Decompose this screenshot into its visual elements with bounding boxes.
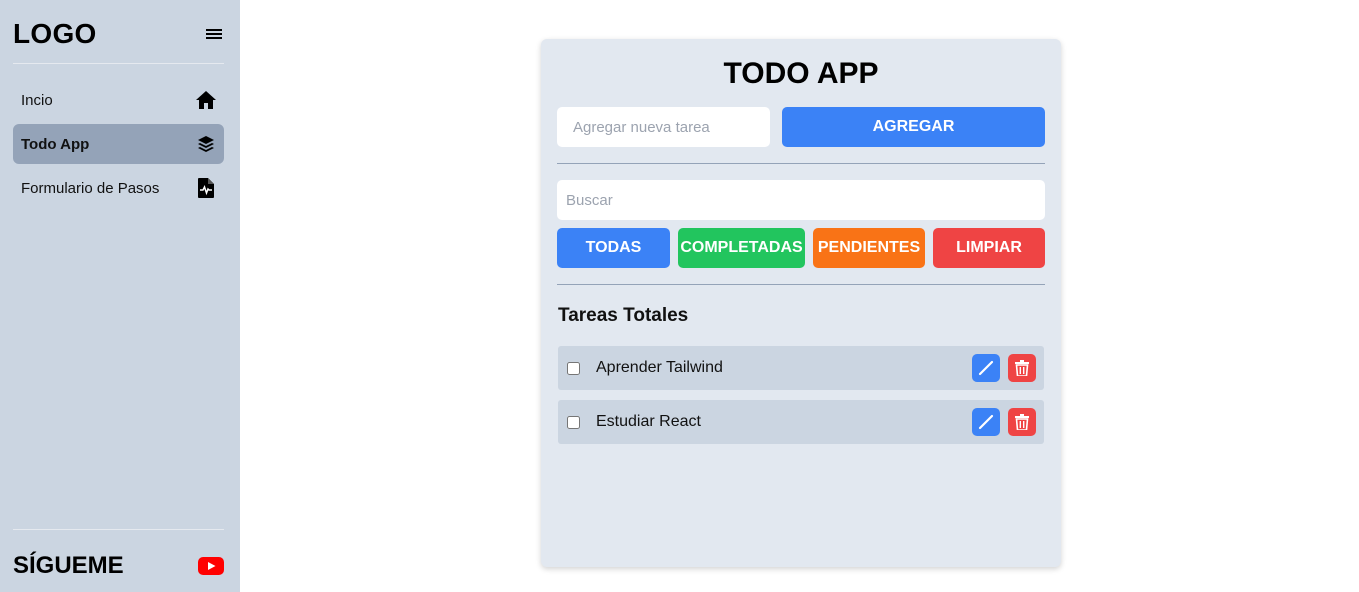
sidebar-nav: Incio Todo App Formulario de Pasos	[13, 80, 224, 212]
follow-label: SÍGUEME	[13, 552, 124, 579]
sidebar-item-inicio[interactable]: Incio	[13, 80, 224, 120]
logo: LOGO	[13, 18, 97, 49]
sidebar-divider-top	[13, 63, 224, 64]
trash-icon	[1015, 360, 1029, 376]
task-text: Aprender Tailwind	[596, 359, 723, 376]
hamburger-menu-icon[interactable]	[204, 24, 224, 44]
sidebar-item-label: Incio	[21, 91, 53, 109]
sidebar-footer: SÍGUEME	[13, 546, 224, 586]
layers-icon	[196, 134, 216, 154]
edit-button[interactable]	[972, 408, 1000, 436]
trash-icon	[1015, 414, 1029, 430]
sidebar-item-label: Formulario de Pasos	[21, 179, 160, 197]
task-item: Estudiar React	[558, 400, 1044, 444]
add-task-button[interactable]: AGREGAR	[782, 107, 1045, 147]
sidebar-item-label: Todo App	[21, 135, 90, 153]
filter-completed-button[interactable]: COMPLETADAS	[678, 228, 805, 268]
task-actions	[972, 408, 1036, 436]
delete-button[interactable]	[1008, 354, 1036, 382]
divider	[557, 284, 1045, 285]
section-title: Tareas Totales	[558, 305, 689, 326]
task-checkbox[interactable]	[567, 361, 580, 375]
page-title: TODO APP	[723, 57, 879, 90]
task-checkbox[interactable]	[567, 415, 580, 429]
sidebar-item-formulario-de-pasos[interactable]: Formulario de Pasos	[13, 168, 224, 208]
search-input[interactable]	[557, 180, 1045, 220]
pencil-icon	[978, 414, 994, 430]
new-task-input[interactable]	[557, 107, 770, 147]
filter-all-button[interactable]: TODAS	[557, 228, 670, 268]
todo-card: TODO APP AGREGAR TODAS COMPLETADAS PENDI…	[541, 39, 1061, 567]
sidebar-divider-bottom	[13, 529, 224, 530]
divider	[557, 163, 1045, 164]
pencil-icon	[978, 360, 994, 376]
file-pulse-icon	[196, 178, 216, 198]
sidebar-header: LOGO	[13, 14, 224, 54]
sidebar: LOGO Incio Todo App Formulario de Pasos …	[0, 0, 240, 592]
youtube-icon[interactable]	[198, 557, 224, 575]
delete-button[interactable]	[1008, 408, 1036, 436]
filter-pending-button[interactable]: PENDIENTES	[813, 228, 925, 268]
edit-button[interactable]	[972, 354, 1000, 382]
task-text: Estudiar React	[596, 413, 701, 430]
clear-button[interactable]: LIMPIAR	[933, 228, 1045, 268]
home-icon	[196, 90, 216, 110]
task-item: Aprender Tailwind	[558, 346, 1044, 390]
sidebar-item-todo-app[interactable]: Todo App	[13, 124, 224, 164]
task-actions	[972, 354, 1036, 382]
